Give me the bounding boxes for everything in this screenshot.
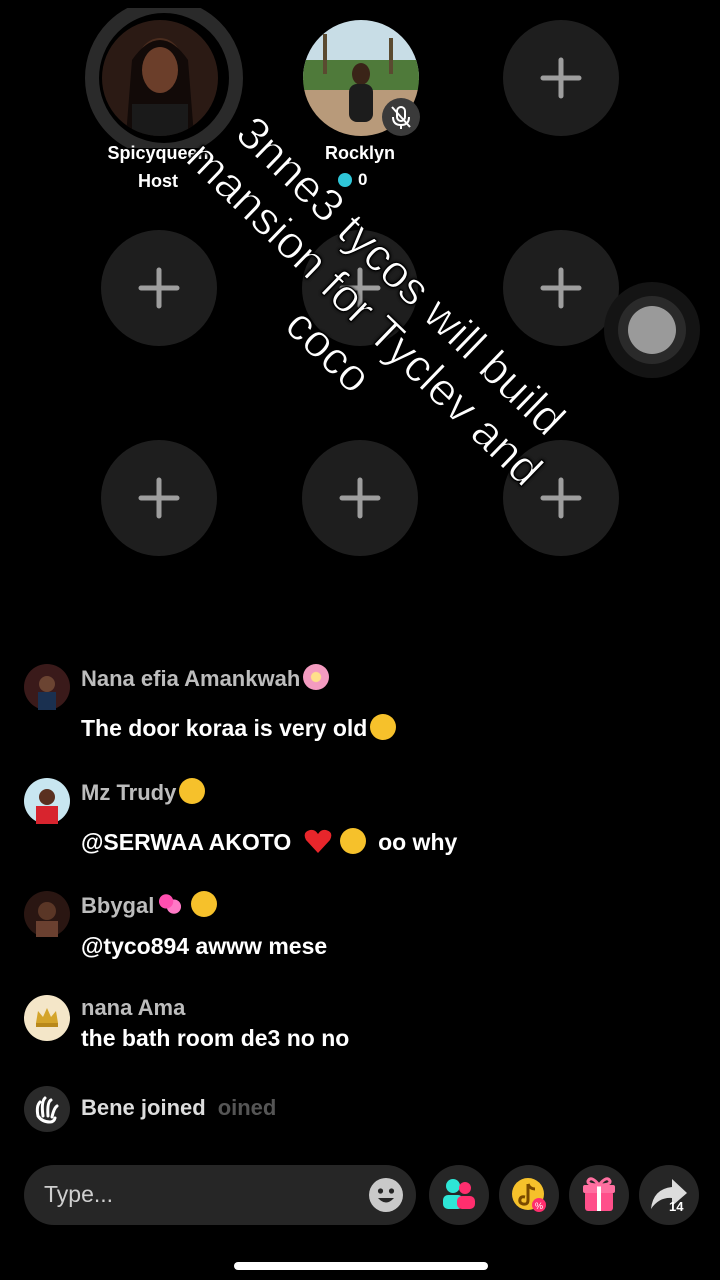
avatar (24, 995, 70, 1041)
share-button[interactable]: 14 (639, 1165, 699, 1225)
smiling-hearts-emoji-icon (179, 778, 206, 804)
assistive-touch-dot (628, 306, 676, 354)
weary-face-emoji-icon (191, 891, 218, 917)
empty-seat-6[interactable] (302, 440, 418, 556)
join-notice: Bene joined oined (24, 1086, 684, 1132)
two-hearts-emoji-icon (157, 891, 184, 917)
rofl-emoji-icon (370, 714, 397, 740)
comment-message: The door koraa is very old (81, 714, 397, 742)
comment-item: nana Ama the bath room de3 no no (24, 995, 684, 1055)
comment-message: @SERWAA AKOTO oo why (81, 828, 458, 855)
empty-seat-5[interactable] (101, 440, 217, 556)
comment-input[interactable]: Type... (24, 1165, 416, 1225)
home-indicator[interactable] (234, 1262, 488, 1270)
plus-icon (540, 267, 582, 309)
gift-button[interactable] (569, 1165, 629, 1225)
share-arrow-icon (651, 1179, 687, 1209)
empty-seat-4[interactable] (503, 230, 619, 346)
join-text: Bene joined oined (81, 1095, 277, 1120)
plus-icon (540, 57, 582, 99)
comment-message: @tyco894 awww mese (81, 933, 328, 959)
empty-seat-1[interactable] (503, 20, 619, 136)
avatar (24, 664, 70, 710)
assistive-touch-button[interactable] (604, 282, 700, 378)
people-icon (443, 1179, 475, 1209)
avatar (24, 778, 70, 824)
comment-item: Bbygal @tyco894 awww mese (24, 891, 684, 961)
flower-emoji-icon (303, 664, 330, 690)
share-count: 14 (669, 1199, 684, 1214)
red-heart-icon (304, 829, 332, 853)
avatar (24, 891, 70, 937)
pleading-face-emoji-icon (339, 828, 366, 854)
comment-input-placeholder: Type... (44, 1181, 114, 1207)
promo-button[interactable]: % (499, 1165, 559, 1225)
comment-message: the bath room de3 no no (81, 1025, 350, 1051)
comment-username: Bbygal (81, 891, 218, 919)
emoji-picker-icon[interactable] (368, 1177, 404, 1213)
gift-icon (583, 1177, 615, 1211)
join-ghost-text: oined (217, 1095, 277, 1120)
comment-username: Nana efia Amankwah (81, 664, 330, 692)
plus-icon (138, 477, 180, 519)
svg-text:%: % (535, 1201, 543, 1211)
comment-item: Mz Trudy @SERWAA AKOTO oo why (24, 778, 684, 858)
comment-username: Mz Trudy (81, 778, 206, 806)
comment-username: nana Ama (81, 995, 186, 1020)
waving-hand-icon (24, 1086, 70, 1132)
comment-item: Nana efia Amankwah The door koraa is ver… (24, 664, 684, 744)
co-host-button[interactable] (429, 1165, 489, 1225)
plus-icon (339, 477, 381, 519)
guest-count: 0 (358, 170, 368, 189)
mic-muted-icon (382, 98, 420, 136)
tiktok-coin-icon: % (512, 1178, 546, 1212)
